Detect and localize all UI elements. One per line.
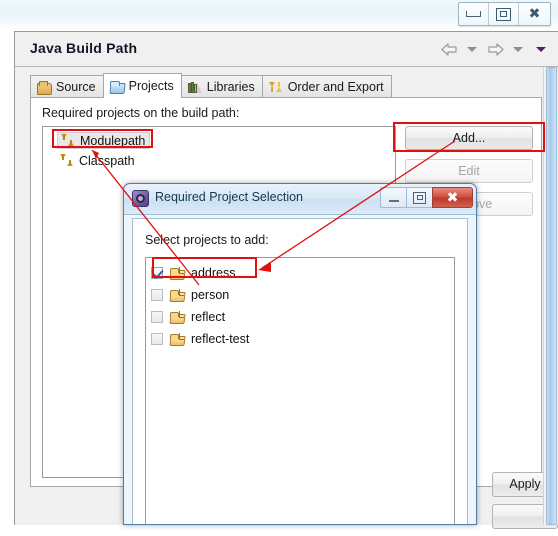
required-project-selection-dialog: Required Project Selection ✖ Select proj… (123, 183, 477, 525)
back-arrow-icon[interactable] (439, 39, 459, 59)
dialog-window-controls: ✖ (380, 187, 473, 208)
list-item-address-label: address (191, 266, 236, 280)
tab-libraries[interactable]: Libraries (180, 75, 263, 98)
host-window-titlebar: ✖ (0, 0, 558, 31)
checkbox-person[interactable] (151, 289, 163, 301)
dialog-restore-icon[interactable] (406, 187, 432, 208)
tree-item-classpath[interactable]: Classpath (57, 152, 139, 169)
add-button[interactable]: Add... (405, 126, 533, 150)
tab-projects[interactable]: Projects (102, 73, 182, 98)
required-projects-label: Required projects on the build path: (42, 106, 240, 120)
page-header: Java Build Path (15, 32, 558, 67)
list-item-reflect[interactable]: reflect (151, 308, 225, 326)
forward-dropdown-icon[interactable] (508, 39, 528, 59)
tree-item-classpath-label: Classpath (79, 153, 135, 168)
window-controls: ✖ (458, 2, 551, 26)
minimize-glyph (466, 11, 481, 17)
tab-bar: Source Projects Libraries Order and Expo… (30, 73, 542, 98)
list-item-reflect-test-label: reflect-test (191, 332, 250, 346)
navigation-toolbar (439, 38, 551, 60)
page-title: Java Build Path (30, 40, 138, 56)
view-menu-icon[interactable] (531, 39, 551, 59)
dialog-close-icon[interactable]: ✖ (432, 187, 473, 208)
back-dropdown-icon[interactable] (462, 39, 482, 59)
tab-order-and-export-label: Order and Export (287, 80, 384, 94)
forward-arrow-icon[interactable] (485, 39, 505, 59)
tree-item-modulepath[interactable]: Modulepath (57, 132, 151, 149)
close-icon[interactable]: ✖ (519, 3, 550, 25)
close-glyph: ✖ (528, 6, 541, 22)
order-export-arrows-icon (268, 81, 284, 94)
projects-folder-icon (109, 80, 125, 93)
tab-order-and-export[interactable]: Order and Export (261, 75, 392, 98)
list-item-reflect-test[interactable]: reflect-test (151, 330, 249, 348)
tree-item-modulepath-label: Modulepath (80, 133, 146, 148)
dialog-body: Select projects to add: address person r… (132, 218, 468, 524)
minimize-icon[interactable] (459, 3, 489, 25)
screen-root: ✖ Java Build Path Source Projects Librar… (0, 0, 558, 529)
dialog-titlebar[interactable]: Required Project Selection ✖ (124, 184, 476, 215)
tab-source[interactable]: Source (30, 75, 104, 98)
list-item-address[interactable]: address (151, 264, 235, 282)
dialog-title: Required Project Selection (155, 190, 303, 204)
dialog-prompt-label: Select projects to add: (145, 233, 269, 247)
restore-icon[interactable] (489, 3, 519, 25)
project-folder-icon (170, 289, 184, 301)
checkbox-reflect-test[interactable] (151, 333, 163, 345)
list-item-reflect-label: reflect (191, 310, 226, 324)
project-checkbox-list[interactable]: address person reflect reflect-test (145, 257, 455, 524)
build-path-entry-icon (61, 134, 75, 147)
project-folder-icon (170, 333, 184, 345)
checkbox-address[interactable] (151, 267, 163, 279)
build-path-entry-icon (60, 154, 74, 167)
project-folder-icon (170, 311, 184, 323)
page-scrollbar-thumb[interactable] (546, 67, 557, 525)
list-item-person[interactable]: person (151, 286, 229, 304)
edit-button: Edit (405, 159, 533, 183)
list-item-person-label: person (191, 288, 230, 302)
page-scrollbar[interactable] (543, 67, 558, 525)
dialog-minimize-icon[interactable] (380, 187, 406, 208)
restore-glyph (496, 7, 511, 21)
tab-projects-label: Projects (128, 79, 174, 93)
libraries-books-icon (187, 81, 203, 94)
checkbox-reflect[interactable] (151, 311, 163, 323)
tab-source-label: Source (56, 80, 96, 94)
project-folder-icon (170, 267, 184, 279)
eclipse-app-icon (132, 190, 149, 207)
source-folder-icon (37, 80, 52, 95)
tab-libraries-label: Libraries (206, 80, 255, 94)
